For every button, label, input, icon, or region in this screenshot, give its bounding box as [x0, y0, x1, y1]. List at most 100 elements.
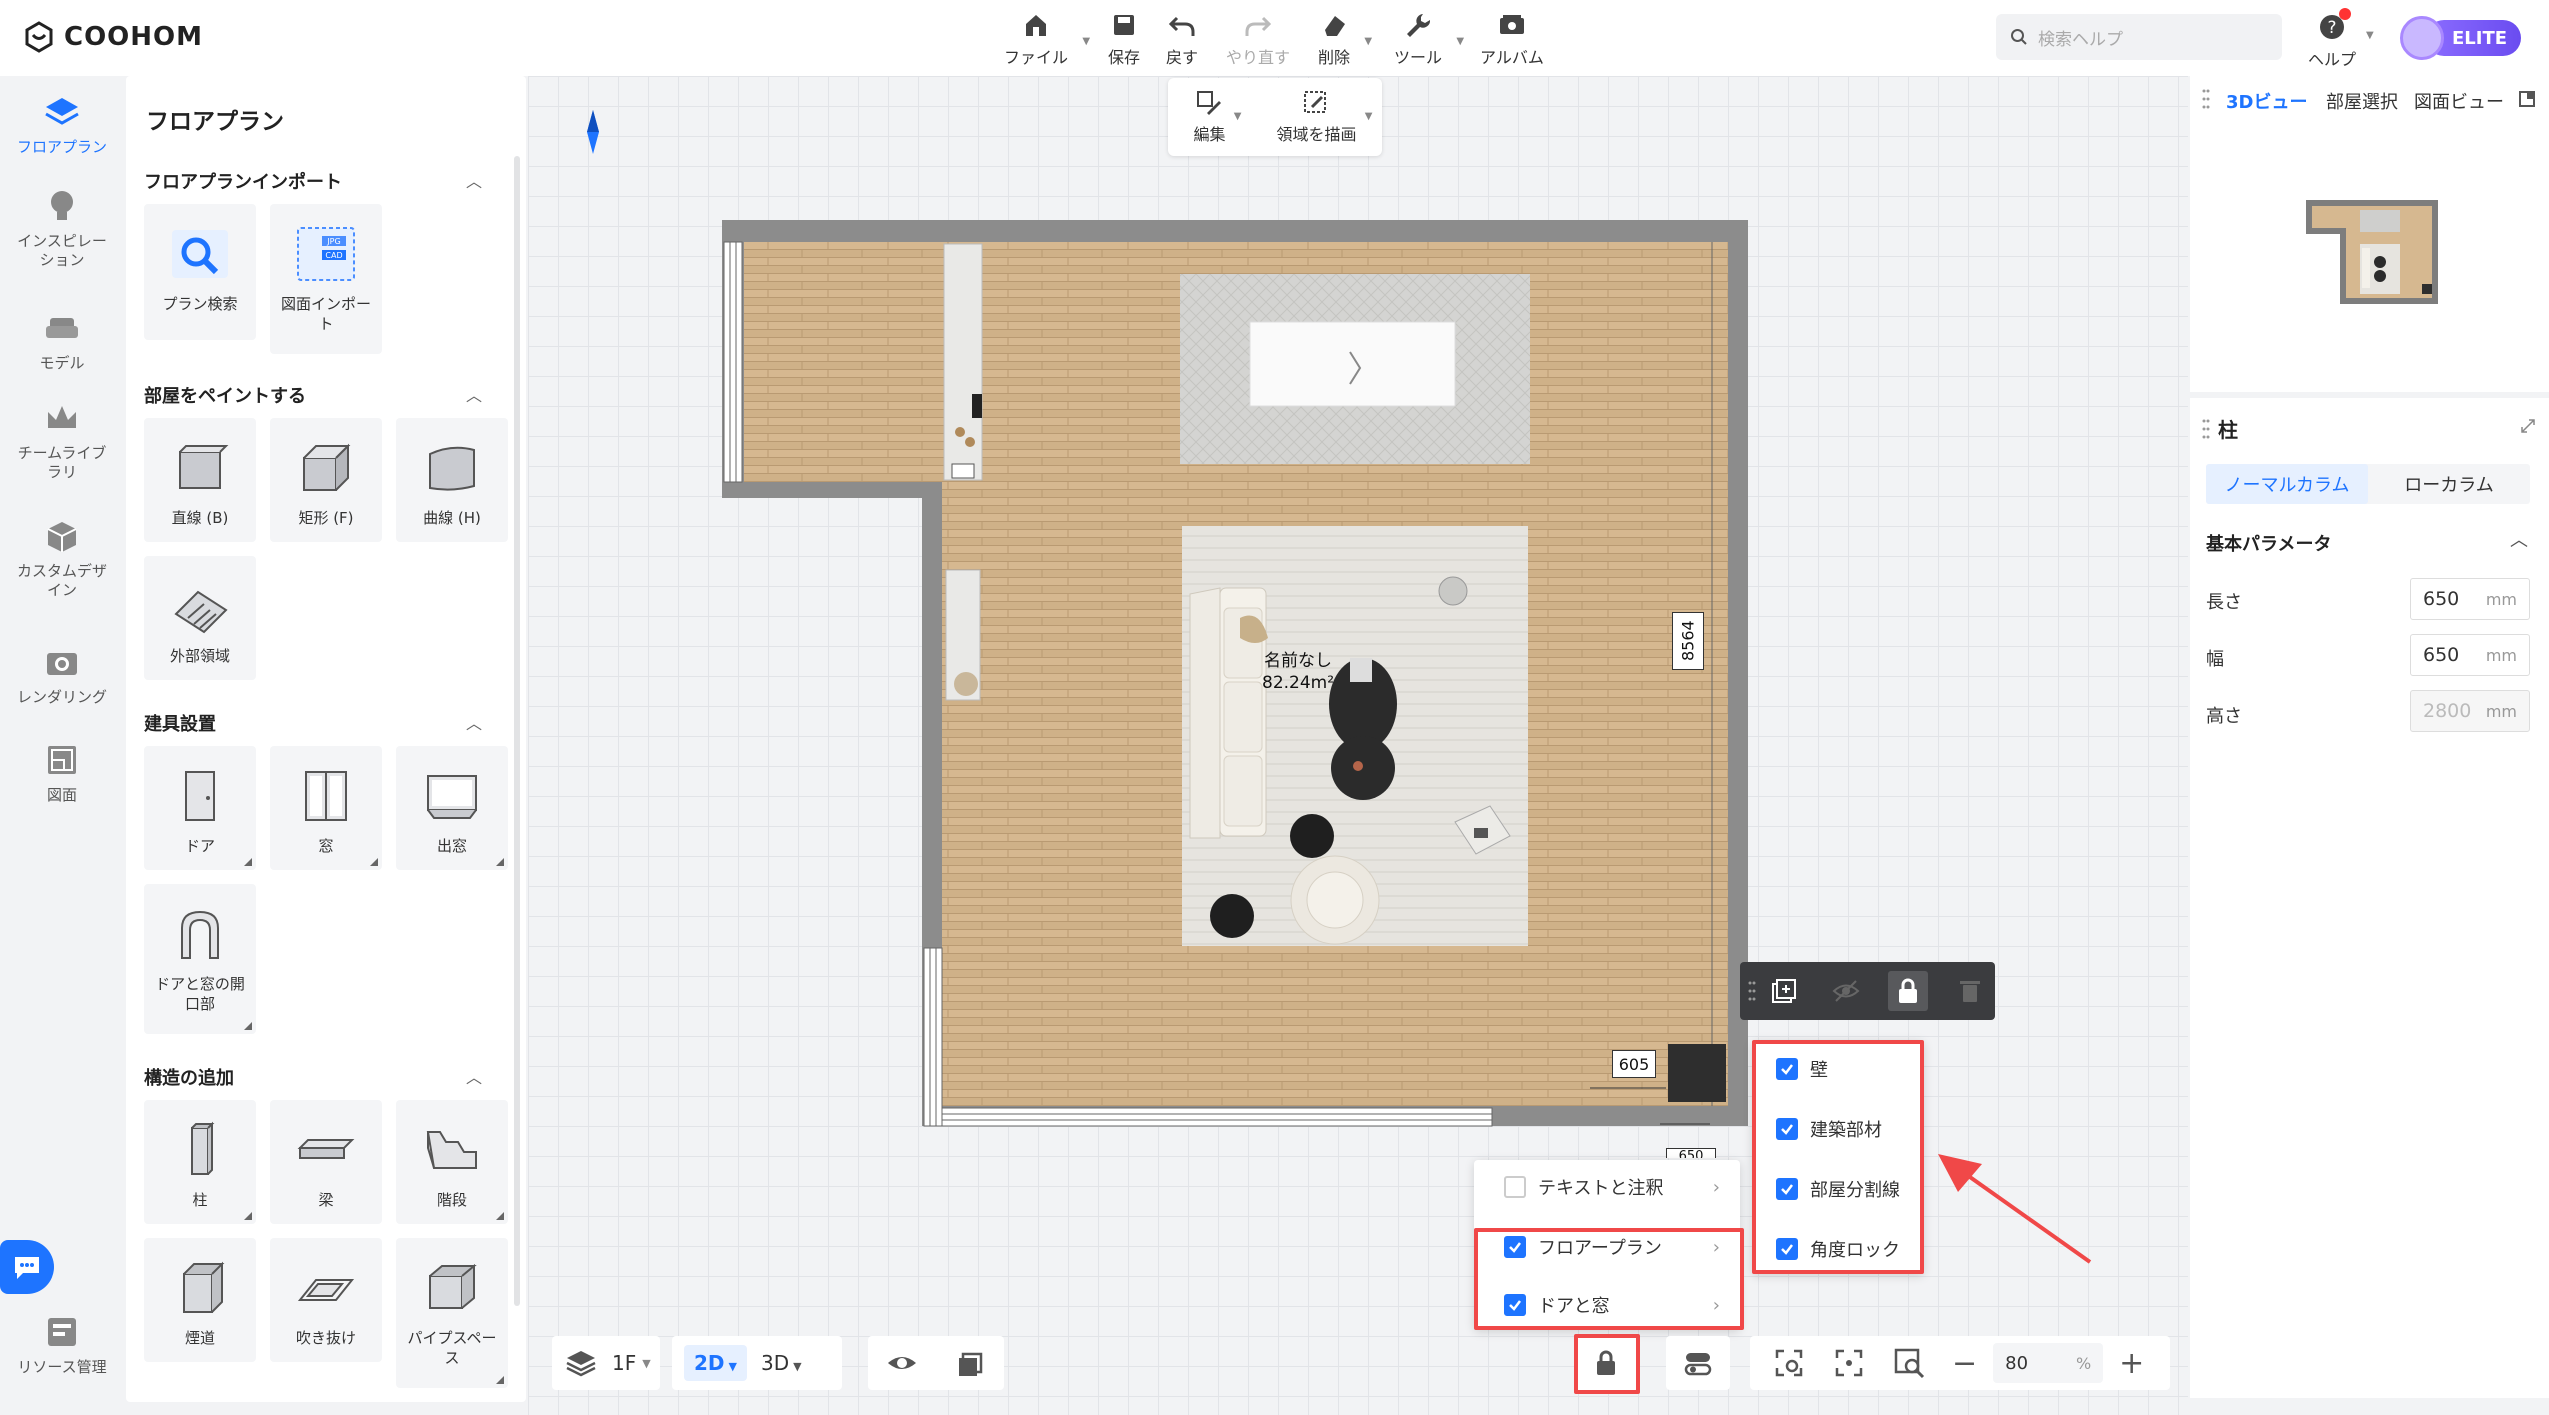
plan-search-card[interactable]: プラン検索	[144, 204, 256, 340]
drag-handle-icon[interactable]	[1748, 979, 1756, 1003]
exterior-area-card[interactable]: 外部領域	[144, 556, 256, 680]
toggle-settings-button[interactable]	[1666, 1336, 1730, 1390]
delete-object-button[interactable]	[1950, 971, 1990, 1011]
column[interactable]	[1668, 1044, 1726, 1102]
hide-button[interactable]	[1826, 971, 1866, 1011]
chevron-up-icon[interactable]: ︿	[466, 168, 482, 192]
exterior-area-icon	[174, 590, 228, 634]
search-help-input[interactable]: 検索ヘルプ	[1996, 14, 2282, 60]
nav-inspiration[interactable]: インスピレーション	[0, 186, 124, 270]
nav-team-library[interactable]: チームライブラリ	[0, 398, 124, 482]
window-card[interactable]: 窓	[270, 746, 382, 870]
album-button[interactable]: アルバム	[1480, 10, 1544, 68]
minimap-preview[interactable]	[2302, 196, 2442, 308]
nav-label: レンダリング	[16, 688, 107, 706]
draw-toolbar: 編集 ▼ 領域を描画 ▼	[1168, 78, 1382, 156]
kitchen-counter[interactable]	[943, 243, 983, 481]
floor-selector[interactable]: 1F ▼	[552, 1336, 660, 1390]
tab-room-select[interactable]: 部屋選択	[2326, 88, 2398, 114]
chevron-right-icon: ›	[1712, 1176, 1720, 1198]
file-button[interactable]: ファイル ▼	[1004, 10, 1090, 68]
stairs-card[interactable]: 階段	[396, 1100, 508, 1224]
dimension-height[interactable]: 8564	[1672, 612, 1704, 670]
edit-button[interactable]: 編集 ▼	[1193, 89, 1242, 145]
dimension-bottom[interactable]: 650	[1666, 1148, 1716, 1158]
save-button[interactable]: 保存	[1108, 10, 1140, 68]
column-card[interactable]: 柱	[144, 1100, 256, 1224]
drag-handle-icon[interactable]	[2202, 88, 2210, 110]
zoom-input[interactable]: 80 %	[1993, 1343, 2104, 1383]
sofa[interactable]	[1189, 587, 1221, 839]
popout-icon[interactable]	[2518, 90, 2536, 108]
redo-button[interactable]: やり直す	[1226, 10, 1290, 68]
focus-icon[interactable]	[1832, 1346, 1866, 1380]
tab-normal-column[interactable]: ノーマルカラム	[2206, 464, 2368, 504]
zoom-area-icon[interactable]	[1892, 1346, 1926, 1380]
dimension-column[interactable]: 605	[1612, 1050, 1656, 1078]
side-table[interactable]	[1331, 736, 1395, 800]
undo-button[interactable]: 戻す	[1166, 10, 1198, 68]
section-import: フロアプランインポート	[144, 172, 342, 193]
floor-lamp[interactable]	[1438, 576, 1468, 606]
bay-window-card[interactable]: 出窓	[396, 746, 508, 870]
door-card[interactable]: ドア	[144, 746, 256, 870]
expand-icon[interactable]	[2520, 418, 2536, 434]
window-left-bottom[interactable]	[923, 947, 943, 1127]
pipe-space-card[interactable]: パイプスペース	[396, 1238, 508, 1388]
flue-card[interactable]: 煙道	[144, 1238, 256, 1362]
help-icon-wrap: ?	[2317, 8, 2351, 46]
dining-table[interactable]	[1249, 321, 1456, 407]
nav-model[interactable]: モデル	[0, 308, 124, 373]
paint-rect-card[interactable]: 矩形 (F)	[270, 418, 382, 542]
duplicate-button[interactable]	[1764, 971, 1804, 1011]
zoom-in-button[interactable]: +	[2119, 1346, 2144, 1381]
delete-button[interactable]: 削除 ▼	[1318, 10, 1372, 68]
account-menu[interactable]: ELITE	[2400, 16, 2522, 60]
chat-button[interactable]	[0, 1240, 54, 1294]
panel-scrollbar[interactable]	[514, 156, 520, 1306]
eye-icon[interactable]	[885, 1346, 919, 1380]
room-area: 82.24m²	[1262, 673, 1335, 693]
void-card[interactable]: 吹き抜け	[270, 1238, 382, 1362]
lock-button[interactable]	[1888, 971, 1928, 1011]
room-label[interactable]: 名前なし 82.24m²	[1262, 650, 1334, 694]
window-left-top[interactable]	[723, 241, 743, 483]
ottoman[interactable]	[1210, 894, 1254, 938]
chevron-up-icon[interactable]: ︿	[466, 382, 482, 406]
nav-label: フロアプラン	[16, 138, 107, 156]
nav-floorplan[interactable]: フロアプラン	[0, 92, 124, 157]
drag-handle-icon[interactable]	[2202, 418, 2210, 440]
cube-view-icon[interactable]	[953, 1346, 987, 1380]
opening-card[interactable]: ドアと窓の開口部	[144, 884, 256, 1034]
floor-plan[interactable]	[720, 218, 1750, 1128]
chevron-up-icon[interactable]: ︿	[466, 1064, 482, 1088]
drawing-import-card[interactable]: JPG CAD 図面インポート	[270, 204, 382, 354]
chevron-up-icon[interactable]: ︿	[2510, 526, 2528, 552]
draw-area-button[interactable]: 領域を描画 ▼	[1276, 89, 1373, 145]
tab-drawing-view[interactable]: 図面ビュー	[2414, 88, 2504, 114]
tab-low-column[interactable]: ローカラム	[2368, 464, 2530, 504]
window-bottom[interactable]	[941, 1107, 1493, 1127]
paint-curve-card[interactable]: 曲線 (H)	[396, 418, 508, 542]
paint-line-card[interactable]: 直線 (B)	[144, 418, 256, 542]
zoom-out-button[interactable]: −	[1952, 1346, 1977, 1381]
beam-card[interactable]: 梁	[270, 1100, 382, 1224]
tools-button[interactable]: ツール ▼	[1394, 10, 1464, 68]
nav-custom-design[interactable]: カスタムデザイン	[0, 516, 124, 600]
nav-drawing[interactable]: 図面	[0, 740, 124, 805]
nav-rendering[interactable]: レンダリング	[0, 642, 124, 707]
tab-3d-view[interactable]: 3Dビュー	[2226, 88, 2307, 114]
param-length-input[interactable]: 650 mm	[2410, 578, 2530, 620]
svg-text:JPG: JPG	[326, 237, 340, 246]
help-button[interactable]: ? ヘルプ	[2308, 8, 2356, 70]
brand-logo[interactable]: COOHOM	[22, 20, 203, 54]
param-width-input[interactable]: 650 mm	[2410, 634, 2530, 676]
fit-view-icon[interactable]	[1772, 1346, 1806, 1380]
lock-option-text-annotation[interactable]: テキストと注釈 ›	[1474, 1164, 1740, 1210]
ottoman[interactable]	[1290, 814, 1334, 858]
mode-3d-button[interactable]: 3D ▼	[761, 1351, 802, 1375]
chat-icon	[15, 1257, 39, 1279]
nav-resource[interactable]: リソース管理	[0, 1312, 124, 1377]
chevron-up-icon[interactable]: ︿	[466, 710, 482, 734]
mode-2d-button[interactable]: 2D ▼	[684, 1345, 747, 1381]
